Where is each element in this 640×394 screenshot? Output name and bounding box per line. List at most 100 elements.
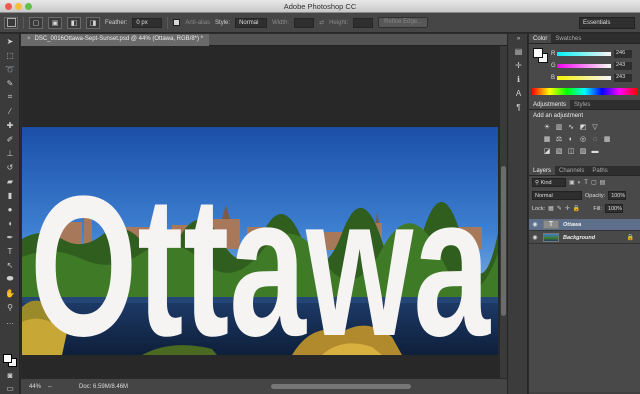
style-select[interactable]: Normal — [235, 17, 268, 28]
red-slider[interactable] — [557, 52, 611, 56]
green-value[interactable]: 243 — [614, 62, 632, 70]
swap-dimensions-icon[interactable]: ⇄ — [319, 19, 324, 26]
close-document-icon[interactable]: × — [27, 36, 31, 42]
crop-tool-icon[interactable]: ⌗ — [0, 90, 20, 104]
marquee-tool-preset-picker[interactable] — [4, 16, 18, 29]
eyedropper-tool-icon[interactable]: ⁄ — [0, 104, 20, 118]
vertical-scrollbar[interactable] — [500, 46, 507, 378]
collapse-strip-icon[interactable]: » — [508, 34, 529, 44]
blur-tool-icon[interactable]: ● — [0, 202, 20, 216]
filter-shape-icon[interactable]: ▢ — [591, 179, 597, 186]
tab-color[interactable]: Color — [529, 34, 552, 43]
curves-icon[interactable]: ∿ — [567, 123, 575, 131]
gradient-tool-icon[interactable]: ▮ — [0, 188, 20, 202]
width-input[interactable] — [294, 17, 315, 28]
filter-pixel-icon[interactable]: ▣ — [569, 179, 575, 186]
vertical-scroll-thumb[interactable] — [501, 166, 506, 316]
threshold-icon[interactable]: ◫ — [567, 147, 575, 155]
blue-value[interactable]: 243 — [614, 74, 632, 82]
lock-pixels-icon[interactable]: ✎ — [557, 205, 562, 212]
more-tools-icon[interactable]: … — [0, 314, 20, 328]
tab-adjustments[interactable]: Adjustments — [529, 100, 571, 109]
layer-name[interactable]: Ottawa — [563, 222, 581, 228]
blue-slider[interactable] — [557, 76, 611, 80]
pen-tool-icon[interactable]: ✒ — [0, 230, 20, 244]
channel-mixer-icon[interactable]: ◌ — [591, 135, 599, 143]
quick-selection-tool-icon[interactable]: ✎ — [0, 76, 20, 90]
antialias-checkbox[interactable] — [173, 19, 181, 26]
visibility-eye-icon[interactable]: ◉ — [529, 234, 541, 241]
layer-row-background[interactable]: ◉ Background 🔒 — [529, 232, 640, 244]
hue-saturation-icon[interactable]: ▦ — [543, 135, 551, 143]
layer-row-ottawa[interactable]: ◉ T Ottawa — [529, 219, 640, 231]
tab-layers[interactable]: Layers — [529, 166, 556, 175]
ottawa-text-layer[interactable]: Ottawa — [30, 155, 491, 355]
vibrance-icon[interactable]: ▽ — [591, 123, 599, 131]
filter-kind-select[interactable]: ⚲ Kind — [532, 178, 566, 187]
character-panel-icon[interactable]: A — [508, 86, 529, 100]
opacity-input[interactable]: 100% — [608, 191, 627, 200]
gradient-map-icon[interactable]: ▬ — [591, 147, 599, 155]
height-input[interactable] — [353, 17, 374, 28]
color-lookup-icon[interactable]: ▦ — [603, 135, 611, 143]
workspace-select[interactable]: Essentials — [579, 17, 635, 29]
history-brush-tool-icon[interactable]: ↺ — [0, 160, 20, 174]
red-value[interactable]: 246 — [614, 50, 632, 58]
blend-mode-select[interactable]: Normal — [532, 191, 582, 200]
screen-mode-icon[interactable]: ▭ — [0, 381, 20, 394]
refine-edge-button[interactable]: Refine Edge... — [378, 17, 429, 28]
lock-all-icon[interactable]: 🔒 — [573, 205, 580, 212]
black-white-icon[interactable]: ◐ — [567, 135, 575, 143]
clone-stamp-tool-icon[interactable]: ⊥ — [0, 146, 20, 160]
feather-input[interactable]: 0 px — [132, 17, 163, 28]
new-selection-icon[interactable]: ▢ — [29, 16, 43, 29]
color-spectrum-ramp[interactable] — [532, 88, 637, 95]
info-panel-icon[interactable]: ℹ — [508, 72, 529, 86]
selective-color-icon[interactable]: ▨ — [579, 147, 587, 155]
shape-tool-icon[interactable]: ⬬ — [0, 272, 20, 286]
visibility-eye-icon[interactable]: ◉ — [529, 221, 541, 228]
eraser-tool-icon[interactable]: ▰ — [0, 174, 20, 188]
properties-panel-icon[interactable]: ✛ — [508, 58, 529, 72]
color-balance-icon[interactable]: ⚖ — [555, 135, 563, 143]
marquee-tool-icon[interactable]: ⬚ — [0, 48, 20, 62]
path-selection-tool-icon[interactable]: ↖ — [0, 258, 20, 272]
fill-input[interactable]: 100% — [604, 204, 623, 213]
levels-icon[interactable]: ▥ — [555, 123, 563, 131]
tab-swatches[interactable]: Swatches — [551, 34, 585, 43]
paragraph-panel-icon[interactable]: ¶ — [508, 100, 529, 114]
filter-smart-object-icon[interactable]: ▤ — [600, 179, 606, 186]
layer-name[interactable]: Background — [563, 235, 595, 241]
move-tool-icon[interactable]: ➤ — [0, 34, 20, 48]
color-panel-foreground-swatch[interactable] — [533, 48, 543, 58]
tab-channels[interactable]: Channels — [555, 166, 588, 175]
dodge-tool-icon[interactable]: ◖ — [0, 216, 20, 230]
exposure-icon[interactable]: ◩ — [579, 123, 587, 131]
status-nav-icon[interactable]: ⇔ — [47, 384, 53, 390]
history-panel-icon[interactable]: ▤ — [508, 44, 529, 58]
filter-adjustment-icon[interactable]: ◐ — [578, 180, 582, 186]
document-tab[interactable]: × DSC_0016Ottawa-Sept-Sunset.psd @ 44% (O… — [21, 34, 210, 46]
lock-position-icon[interactable]: ✛ — [565, 205, 570, 212]
zoom-tool-icon[interactable]: ⚲ — [0, 300, 20, 314]
quick-mask-icon[interactable]: ◙ — [0, 368, 20, 382]
lasso-tool-icon[interactable]: ➰ — [0, 62, 20, 76]
foreground-color-swatch[interactable] — [3, 354, 12, 363]
horizontal-scroll-thumb[interactable] — [271, 384, 411, 389]
green-slider[interactable] — [557, 64, 611, 68]
photo-filter-icon[interactable]: ◎ — [579, 135, 587, 143]
posterize-icon[interactable]: ▧ — [555, 147, 563, 155]
invert-icon[interactable]: ◪ — [543, 147, 551, 155]
tab-paths[interactable]: Paths — [588, 166, 611, 175]
healing-brush-tool-icon[interactable]: ✚ — [0, 118, 20, 132]
hand-tool-icon[interactable]: ✋ — [0, 286, 20, 300]
brush-tool-icon[interactable]: ✐ — [0, 132, 20, 146]
tab-styles[interactable]: Styles — [570, 100, 594, 109]
add-to-selection-icon[interactable]: ▣ — [48, 16, 62, 29]
lock-transparency-icon[interactable]: ▦ — [548, 205, 554, 212]
subtract-from-selection-icon[interactable]: ◧ — [67, 16, 81, 29]
document-size-info[interactable]: Doc: 6.59M/8.46M — [79, 384, 128, 390]
intersect-selection-icon[interactable]: ◨ — [86, 16, 100, 29]
zoom-level[interactable]: 44% — [29, 384, 41, 390]
document-canvas-image[interactable]: Ottawa — [22, 127, 498, 355]
